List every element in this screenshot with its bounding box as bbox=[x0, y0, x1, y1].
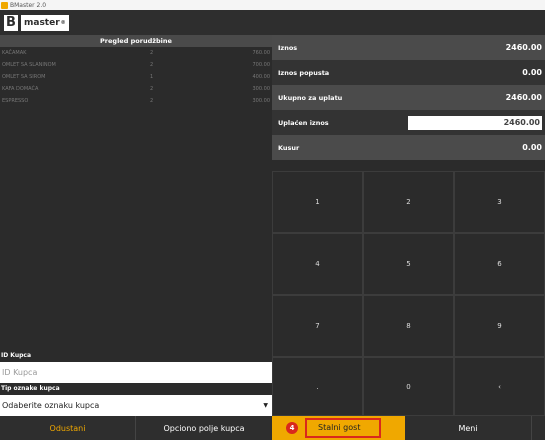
app-icon bbox=[1, 1, 8, 9]
orders-title: Pregled porudžbine bbox=[0, 35, 272, 47]
discount-value: 0.00 bbox=[522, 68, 542, 77]
key-0[interactable]: 0 bbox=[363, 357, 454, 416]
order-item-qty: 1 bbox=[150, 74, 154, 80]
key-decimal[interactable]: . bbox=[272, 357, 363, 416]
amount-value: 2460.00 bbox=[505, 43, 542, 52]
numeric-keypad: 1 2 3 4 5 6 7 8 9 . 0 ‹ bbox=[272, 171, 545, 416]
customer-id-placeholder: ID Kupca bbox=[2, 368, 38, 377]
order-item-name: ESPRESSO bbox=[2, 98, 29, 104]
order-list: KAČAMAK 2 760.00 OMLET SA SLANINOM 2 700… bbox=[0, 47, 272, 107]
order-item-price: 300.00 bbox=[252, 86, 271, 92]
window-titlebar: BMaster 2.0 bbox=[0, 0, 545, 10]
total-row: Ukupno za uplatu 2460.00 bbox=[272, 85, 545, 110]
order-item-qty: 2 bbox=[150, 62, 154, 68]
amount-label: Iznos bbox=[278, 43, 298, 52]
logo-letter: B bbox=[4, 14, 18, 31]
order-item-qty: 2 bbox=[150, 98, 154, 104]
customer-type-select[interactable]: Odaberite oznaku kupca ▼ bbox=[0, 395, 272, 416]
logo-mark: ® bbox=[60, 19, 66, 26]
total-value: 2460.00 bbox=[505, 93, 542, 102]
extra-button[interactable] bbox=[531, 416, 545, 440]
order-item-price: 300.00 bbox=[252, 98, 271, 104]
key-8[interactable]: 8 bbox=[363, 295, 454, 357]
key-6[interactable]: 6 bbox=[454, 233, 545, 295]
order-item-name: OMLET SA SLANINOM bbox=[2, 62, 56, 68]
change-label: Kusur bbox=[278, 143, 300, 152]
regular-guest-label: Stalni gost bbox=[318, 423, 361, 432]
order-item-price: 400.00 bbox=[252, 74, 271, 80]
paid-label: Uplaćen iznos bbox=[278, 118, 329, 127]
order-item-name: KAČAMAK bbox=[2, 50, 27, 56]
action-bar: Odustani Opciono polje kupca 4 Stalni go… bbox=[0, 416, 545, 440]
order-item-qty: 2 bbox=[150, 50, 154, 56]
order-row[interactable]: KAFA DOMAĆA 2 300.00 bbox=[0, 83, 272, 95]
regular-guest-button[interactable]: 4 Stalni gost bbox=[272, 416, 405, 440]
paid-amount-input[interactable]: 2460.00 bbox=[408, 115, 542, 130]
key-4[interactable]: 4 bbox=[272, 233, 363, 295]
order-item-price: 700.00 bbox=[252, 62, 271, 68]
key-backspace[interactable]: ‹ bbox=[454, 357, 545, 416]
order-item-name: OMLET SA SIROM bbox=[2, 74, 46, 80]
order-row[interactable]: OMLET SA SLANINOM 2 700.00 bbox=[0, 59, 272, 71]
paid-row: Uplaćen iznos 2460.00 bbox=[272, 110, 545, 135]
key-1[interactable]: 1 bbox=[272, 171, 363, 233]
logo: B master ® bbox=[4, 14, 69, 31]
key-5[interactable]: 5 bbox=[363, 233, 454, 295]
order-panel: Pregled porudžbine KAČAMAK 2 760.00 OMLE… bbox=[0, 35, 272, 416]
change-value: 0.00 bbox=[522, 143, 542, 152]
total-label: Ukupno za uplatu bbox=[278, 93, 343, 102]
order-item-name: KAFA DOMAĆA bbox=[2, 86, 39, 92]
window-title: BMaster 2.0 bbox=[10, 1, 47, 9]
key-7[interactable]: 7 bbox=[272, 295, 363, 357]
order-item-price: 760.00 bbox=[252, 50, 271, 56]
discount-label: Iznos popusta bbox=[278, 68, 330, 77]
menu-button[interactable]: Meni bbox=[405, 416, 531, 440]
key-3[interactable]: 3 bbox=[454, 171, 545, 233]
change-row: Kusur 0.00 bbox=[272, 135, 545, 160]
discount-row: Iznos popusta 0.00 bbox=[272, 60, 545, 85]
customer-type-label: Tip oznake kupca bbox=[1, 385, 60, 392]
order-row[interactable]: ESPRESSO 2 300.00 bbox=[0, 95, 272, 107]
order-row[interactable]: KAČAMAK 2 760.00 bbox=[0, 47, 272, 59]
step-badge: 4 bbox=[286, 422, 298, 434]
customer-id-input[interactable]: ID Kupca bbox=[0, 362, 272, 383]
amount-row: Iznos 2460.00 bbox=[272, 35, 545, 60]
order-row[interactable]: OMLET SA SIROM 1 400.00 bbox=[0, 71, 272, 83]
customer-id-label: ID Kupca bbox=[1, 352, 32, 359]
app-header: B master ® bbox=[0, 10, 545, 35]
dropdown-arrow-icon: ▼ bbox=[263, 402, 268, 409]
customer-type-value: Odaberite oznaku kupca bbox=[2, 401, 100, 410]
key-9[interactable]: 9 bbox=[454, 295, 545, 357]
order-item-qty: 2 bbox=[150, 86, 154, 92]
key-2[interactable]: 2 bbox=[363, 171, 454, 233]
cancel-button[interactable]: Odustani bbox=[0, 416, 136, 440]
payment-panel: Iznos 2460.00 Iznos popusta 0.00 Ukupno … bbox=[272, 35, 545, 416]
logo-word: master ® bbox=[21, 14, 69, 31]
optional-customer-field-button[interactable]: Opciono polje kupca bbox=[136, 416, 272, 440]
